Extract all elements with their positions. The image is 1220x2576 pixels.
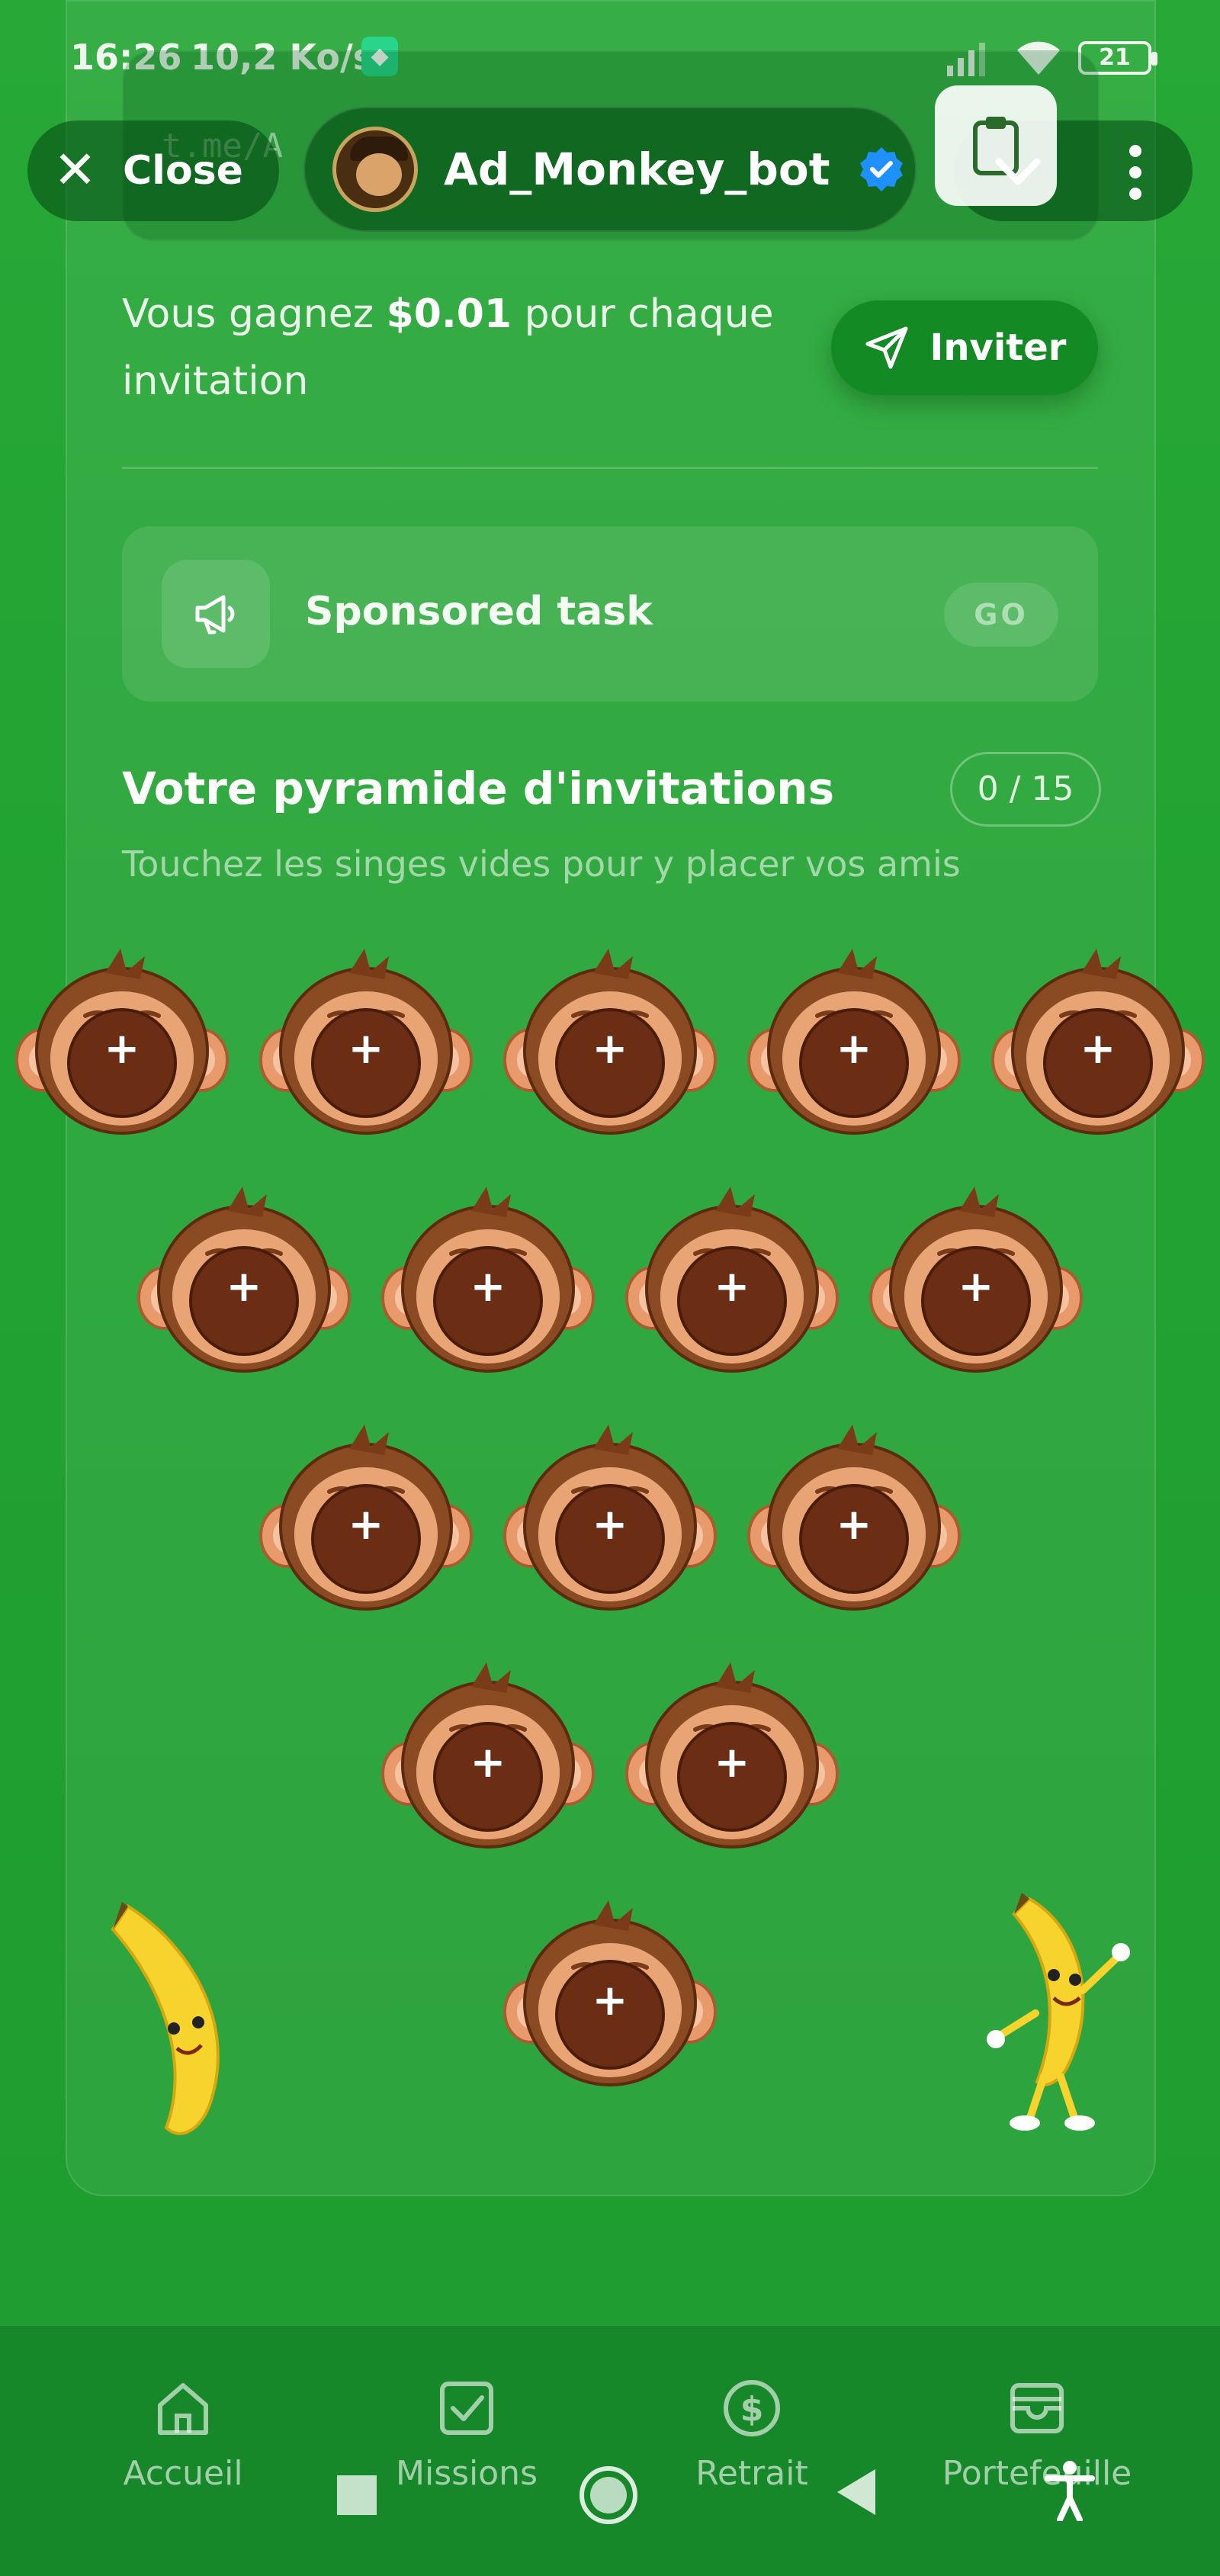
divider [122,467,1098,469]
add-friend-plus-icon: + [836,1024,872,1074]
close-button[interactable]: ✕ Close [27,120,279,221]
more-options-icon[interactable] [1124,143,1147,201]
invite-label: Inviter [929,326,1067,369]
bot-title-pill[interactable]: Ad_Monkey_bot [303,107,917,232]
monkey-slot[interactable]: + [259,946,473,1136]
monkey-slot[interactable]: + [991,946,1205,1136]
monkey-slot[interactable]: + [503,946,717,1136]
monkey-slot[interactable]: + [381,1659,595,1850]
nav-item-retrait[interactable]: $ Retrait [645,2376,859,2493]
home-button[interactable] [580,2466,637,2524]
earn-text: Vous gagnez $0.01 pour chaque invitation [122,281,839,415]
add-friend-plus-icon: + [714,1738,750,1787]
nav-label-accueil: Accueil [123,2454,243,2493]
banana-mascot-left [111,1902,220,2135]
add-friend-plus-icon: + [470,1262,506,1312]
wallet-icon [1010,2383,1064,2433]
accessibility-icon[interactable] [1043,2460,1096,2521]
dollar-icon: $ [724,2380,780,2436]
add-friend-plus-icon: + [348,1024,384,1074]
close-icon: ✕ [53,140,97,201]
send-icon [865,326,908,369]
nav-label-missions: Missions [396,2454,538,2493]
back-button[interactable] [837,2469,875,2515]
add-friend-plus-icon: + [592,1976,628,2025]
sponsored-task-card[interactable]: Sponsored task GO [122,526,1098,702]
earn-amount: $0.01 [386,291,512,337]
pyramid-subtitle: Touchez les singes vides pour y placer v… [122,843,961,885]
nav-label-portefeuille: Portefeuille [942,2454,1132,2493]
svg-text:$: $ [740,2390,764,2429]
monkey-slot[interactable]: + [869,1184,1083,1374]
pyramid-count-badge: 0 / 15 [950,752,1101,827]
monkey-slot[interactable]: + [503,1421,717,1612]
megaphone-icon [162,560,270,668]
banana-mascot-right [987,1893,1130,2131]
add-friend-plus-icon: + [836,1500,872,1550]
go-button[interactable]: GO [944,583,1058,647]
invite-button[interactable]: Inviter [831,300,1098,395]
home-icon [158,2383,208,2435]
add-friend-plus-icon: + [958,1262,994,1312]
bot-avatar [332,127,418,212]
monkey-slot[interactable]: + [137,1184,351,1374]
monkey-slot[interactable]: + [503,1897,717,2088]
monkey-slot[interactable]: + [15,946,229,1136]
verified-badge-icon [859,147,903,191]
add-friend-plus-icon: + [592,1024,628,1074]
monkey-slot[interactable]: + [625,1659,839,1850]
nav-item-portefeuille[interactable]: Portefeuille [930,2376,1144,2493]
recent-apps-button[interactable] [337,2475,377,2515]
monkey-slot[interactable]: + [747,1421,961,1612]
monkey-slot[interactable]: + [381,1184,595,1374]
add-friend-plus-icon: + [714,1262,750,1312]
close-label: Close [122,148,243,194]
checkbox-icon [440,2382,493,2435]
bot-name: Ad_Monkey_bot [444,143,830,195]
add-friend-plus-icon: + [470,1738,506,1787]
monkey-slot[interactable]: + [747,946,961,1136]
battery-level: 21 [1099,44,1131,71]
add-friend-plus-icon: + [348,1500,384,1550]
pyramid-title: Votre pyramide d'invitations [122,763,835,814]
add-friend-plus-icon: + [104,1024,140,1074]
nav-item-accueil[interactable]: Accueil [76,2376,290,2493]
nav-label-retrait: Retrait [695,2454,808,2493]
chevron-down-icon[interactable] [991,145,1045,198]
nav-item-missions[interactable]: Missions [360,2376,573,2493]
monkey-slot[interactable]: + [259,1421,473,1612]
add-friend-plus-icon: + [592,1500,628,1550]
bottom-navigation: Accueil Missions $ Retrait Portefeuille [0,2326,1220,2576]
monkey-slot[interactable]: + [625,1184,839,1374]
add-friend-plus-icon: + [226,1262,262,1312]
add-friend-plus-icon: + [1080,1024,1116,1074]
sponsored-task-label: Sponsored task [305,589,653,634]
earn-prefix: Vous gagnez [122,291,387,337]
